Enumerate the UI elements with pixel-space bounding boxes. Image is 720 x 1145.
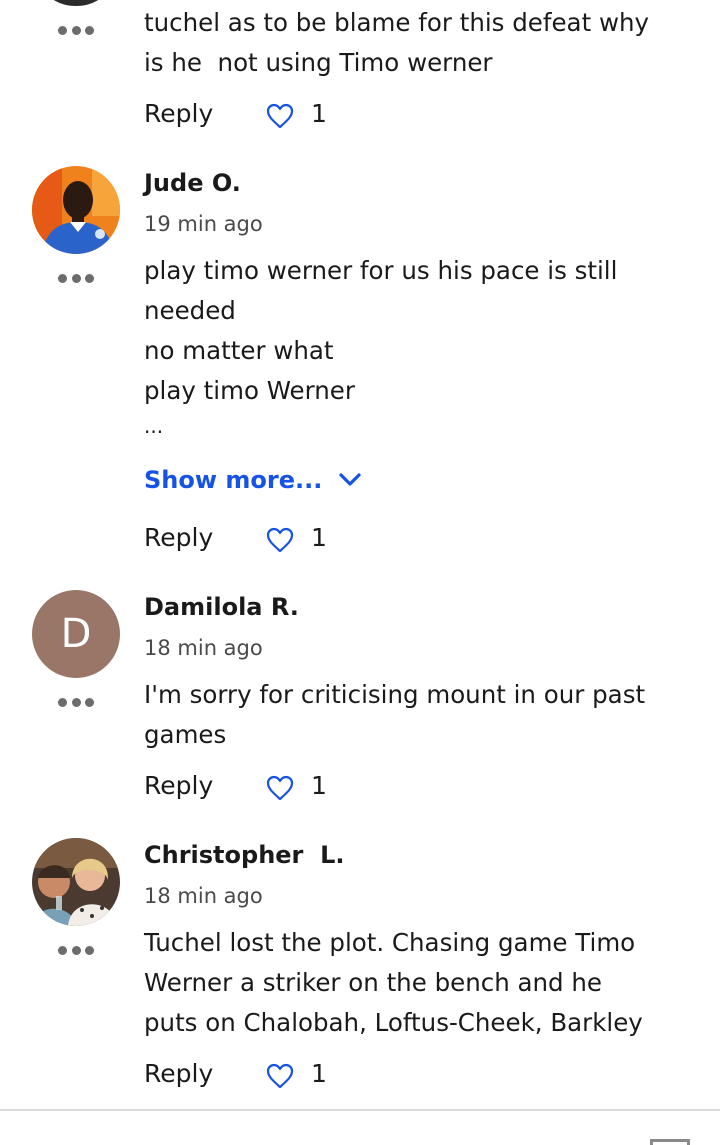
author-name[interactable]: Christopher L. [144,841,345,869]
comment-text-line: play timo Werner [144,376,355,405]
comment-text-line: Werner a striker on the bench and he [144,968,602,997]
avatar[interactable] [47,0,105,6]
reply-button[interactable]: Reply [144,771,213,800]
like-count: 1 [311,99,327,128]
reply-button[interactable]: Reply [144,523,213,552]
comment-text-line: puts on Chalobah, Loftus-Cheek, Barkley [144,1008,643,1037]
comment-text-line: tuchel as to be blame for this defeat wh… [144,8,650,37]
bottom-bar-divider [0,1109,720,1111]
more-options-icon[interactable] [58,271,94,285]
comment-text-line: Tuchel lost the plot. Chasing game Timo [144,928,636,957]
avatar[interactable]: D [32,590,120,678]
show-more-label: Show more... [144,466,323,494]
timestamp: 19 min ago [144,212,263,236]
comment-text-line: play timo werner for us his pace is stil… [144,256,618,285]
avatar[interactable] [32,838,120,926]
window-icon[interactable] [650,1139,690,1145]
comment-text-line: no matter what [144,336,334,365]
comment-text-line: needed [144,296,236,325]
like-count: 1 [311,1059,327,1088]
chevron-down-icon [339,473,361,486]
avatar[interactable] [32,166,120,254]
heart-outline-icon[interactable] [266,775,294,801]
author-name[interactable]: Damilola R. [144,593,299,621]
more-options-icon[interactable] [58,943,94,957]
like-count: 1 [311,523,327,552]
heart-outline-icon[interactable] [266,1063,294,1089]
timestamp: 18 min ago [144,884,263,908]
like-count: 1 [311,771,327,800]
timestamp: 18 min ago [144,636,263,660]
more-options-icon[interactable] [58,695,94,709]
comment-text-line: games [144,720,227,749]
more-options-icon[interactable] [58,23,94,37]
heart-outline-icon[interactable] [266,103,294,129]
comment-text-line: I'm sorry for criticising mount in our p… [144,680,646,709]
comment-text-line: is he not using Timo werner [144,48,493,77]
comment-text-line: ... [144,414,164,438]
author-name[interactable]: Jude O. [144,169,241,197]
heart-outline-icon[interactable] [266,527,294,553]
reply-button[interactable]: Reply [144,99,213,128]
show-more-button[interactable]: Show more... [144,466,362,494]
reply-button[interactable]: Reply [144,1059,213,1088]
